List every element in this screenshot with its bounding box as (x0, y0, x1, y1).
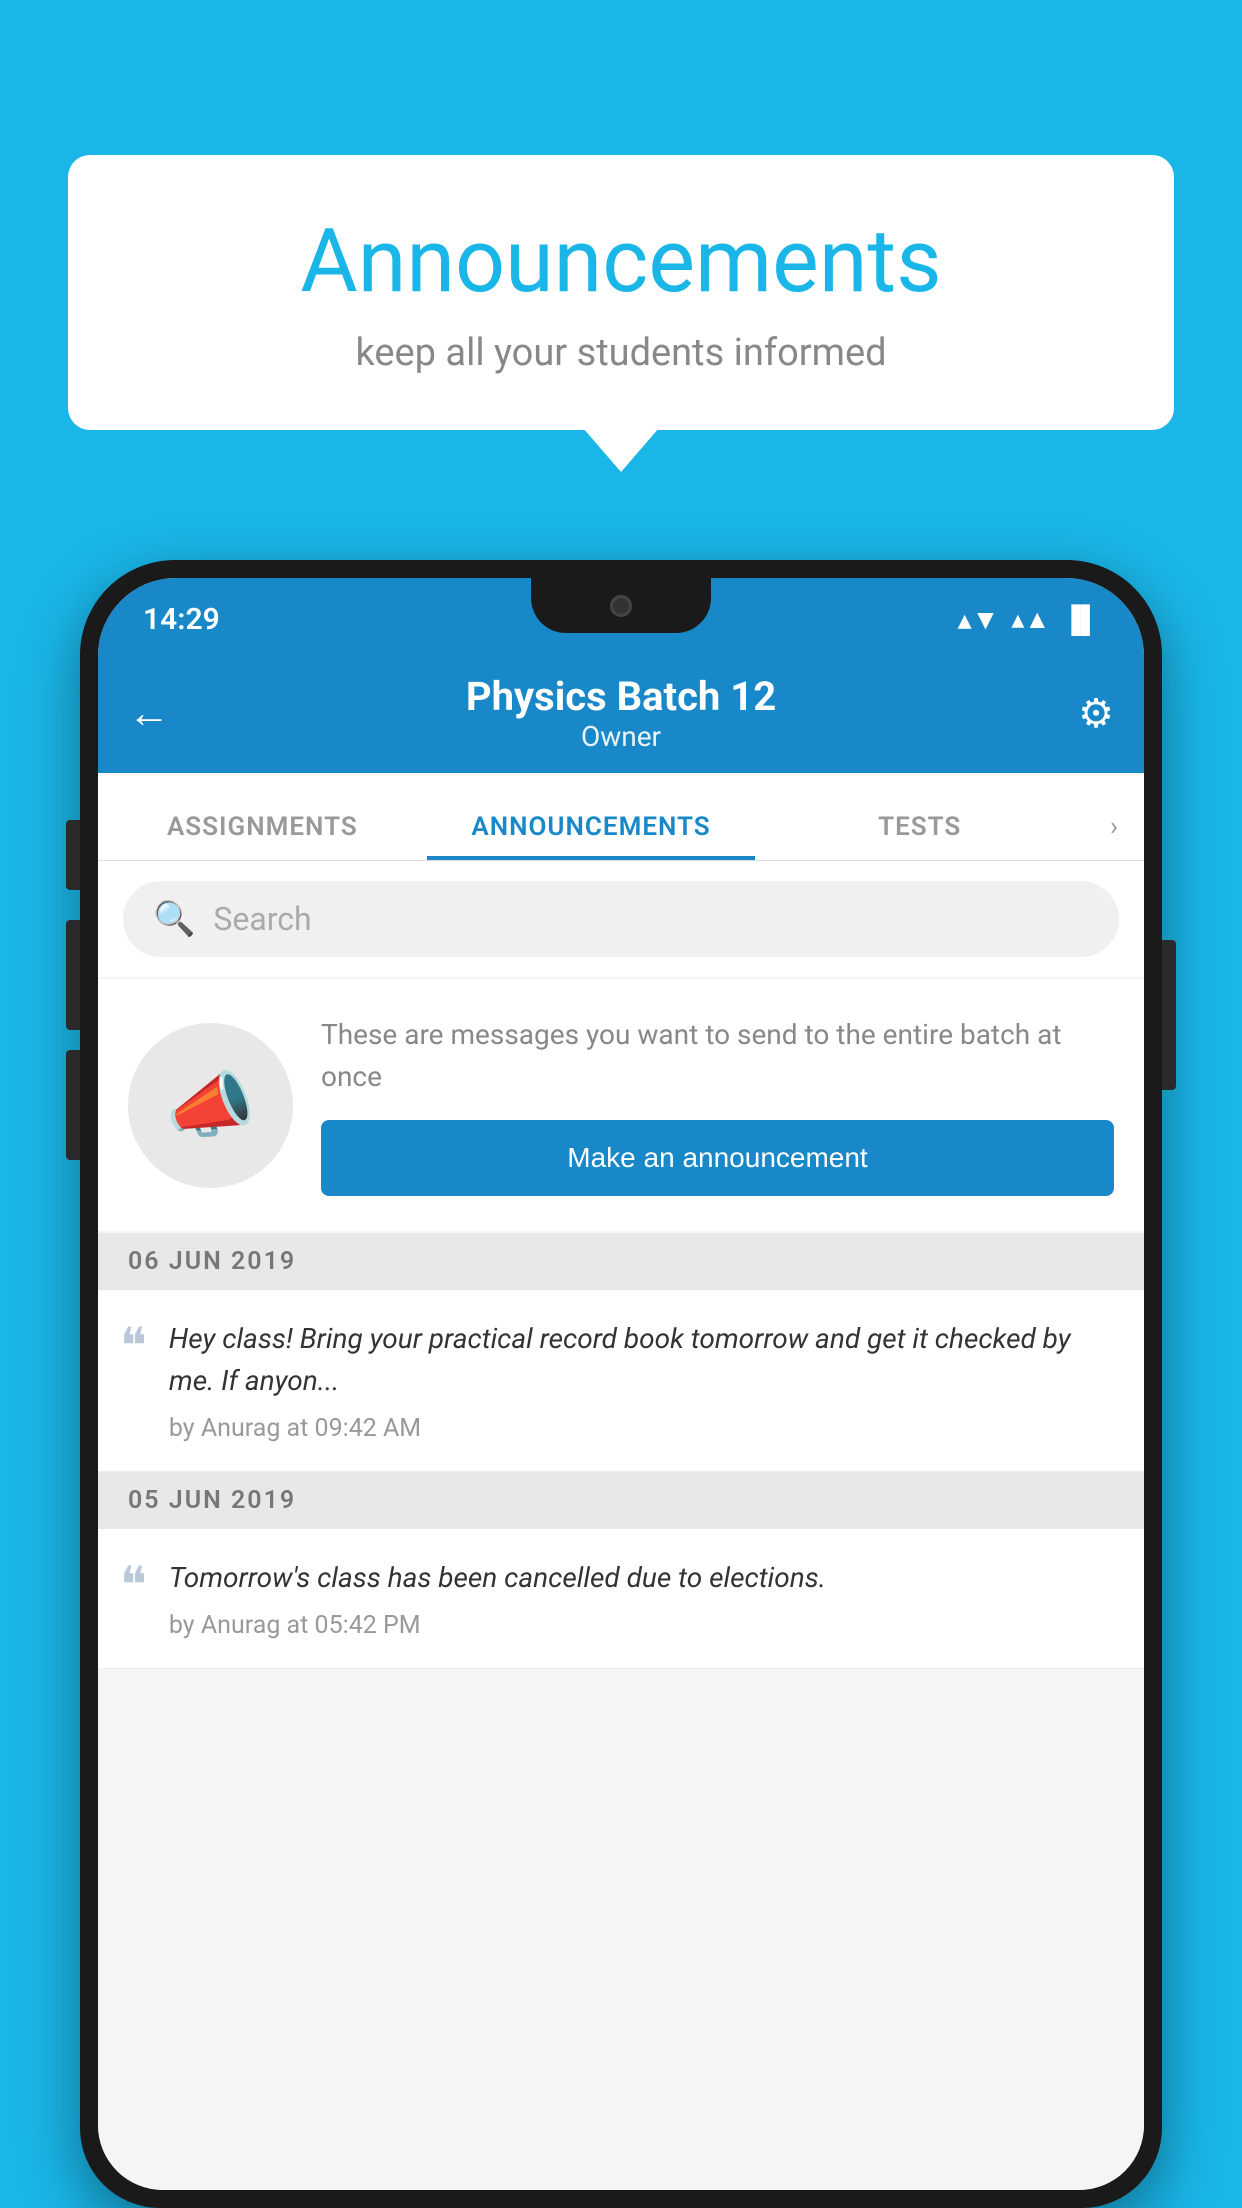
app-bar-title: Physics Batch 12 (188, 673, 1054, 720)
date-separator-1: 06 JUN 2019 (98, 1233, 1144, 1290)
announcement-content-1: Hey class! Bring your practical record b… (169, 1318, 1116, 1443)
quote-icon-2: ❝ (120, 1557, 147, 1615)
front-camera (610, 595, 632, 617)
side-button-right (1162, 940, 1176, 1090)
tab-assignments[interactable]: ASSIGNMENTS (98, 812, 427, 860)
quote-icon-1: ❝ (120, 1318, 147, 1376)
status-icons: ▴▼ ▴▲ ▐▌ (958, 603, 1099, 636)
wifi-icon: ▴▼ (958, 603, 1000, 636)
speech-bubble: Announcements keep all your students inf… (68, 155, 1174, 430)
side-button-1 (66, 820, 80, 890)
tab-more[interactable]: › (1084, 812, 1144, 860)
phone-mockup: 14:29 ▴▼ ▴▲ ▐▌ ← Physics Batch 12 Owner … (80, 560, 1162, 2208)
search-bar[interactable]: 🔍 Search (123, 881, 1119, 957)
tab-announcements[interactable]: ANNOUNCEMENTS (427, 812, 756, 860)
announcement-meta-1: by Anurag at 09:42 AM (169, 1414, 421, 1443)
app-bar: ← Physics Batch 12 Owner ⚙ (98, 653, 1144, 773)
announcement-meta-2: by Anurag at 05:42 PM (169, 1611, 421, 1640)
side-button-3 (66, 1050, 80, 1160)
app-bar-title-container: Physics Batch 12 Owner (188, 673, 1054, 753)
settings-button[interactable]: ⚙ (1054, 690, 1114, 737)
search-icon: 🔍 (153, 899, 195, 939)
search-placeholder: Search (213, 900, 311, 938)
announcement-content-2: Tomorrow's class has been cancelled due … (169, 1557, 1116, 1640)
quote-icon-container-2: ❝ (120, 1557, 147, 1640)
battery-icon: ▐▌ (1062, 604, 1099, 635)
announcements-title: Announcements (128, 210, 1114, 313)
megaphone-icon: 📣 (166, 1063, 256, 1148)
tab-tests[interactable]: TESTS (755, 812, 1084, 860)
date-separator-2: 05 JUN 2019 (98, 1472, 1144, 1529)
quote-icon-container-1: ❝ (120, 1318, 147, 1443)
promo-right: These are messages you want to send to t… (321, 1014, 1114, 1196)
announcement-text-2: Tomorrow's class has been cancelled due … (169, 1557, 1116, 1599)
content-area: 🔍 Search 📣 These are messages you want t… (98, 861, 1144, 2190)
speech-bubble-container: Announcements keep all your students inf… (68, 155, 1174, 430)
promo-description: These are messages you want to send to t… (321, 1014, 1114, 1098)
promo-card: 📣 These are messages you want to send to… (98, 979, 1144, 1231)
announcement-text-1: Hey class! Bring your practical record b… (169, 1318, 1116, 1402)
promo-icon-circle: 📣 (128, 1023, 293, 1188)
status-time: 14:29 (143, 602, 220, 637)
signal-icon: ▴▲ (1011, 604, 1050, 635)
search-bar-container: 🔍 Search (98, 861, 1144, 977)
announcement-item-2: ❝ Tomorrow's class has been cancelled du… (98, 1529, 1144, 1669)
announcements-subtitle: keep all your students informed (128, 331, 1114, 375)
app-bar-subtitle: Owner (188, 720, 1054, 753)
side-button-2 (66, 920, 80, 1030)
announcement-item-1: ❝ Hey class! Bring your practical record… (98, 1290, 1144, 1472)
make-announcement-button[interactable]: Make an announcement (321, 1120, 1114, 1196)
back-button[interactable]: ← (128, 689, 188, 738)
phone-outer: 14:29 ▴▼ ▴▲ ▐▌ ← Physics Batch 12 Owner … (80, 560, 1162, 2208)
phone-notch (531, 578, 711, 633)
phone-inner: 14:29 ▴▼ ▴▲ ▐▌ ← Physics Batch 12 Owner … (98, 578, 1144, 2190)
tabs-bar: ASSIGNMENTS ANNOUNCEMENTS TESTS › (98, 773, 1144, 861)
